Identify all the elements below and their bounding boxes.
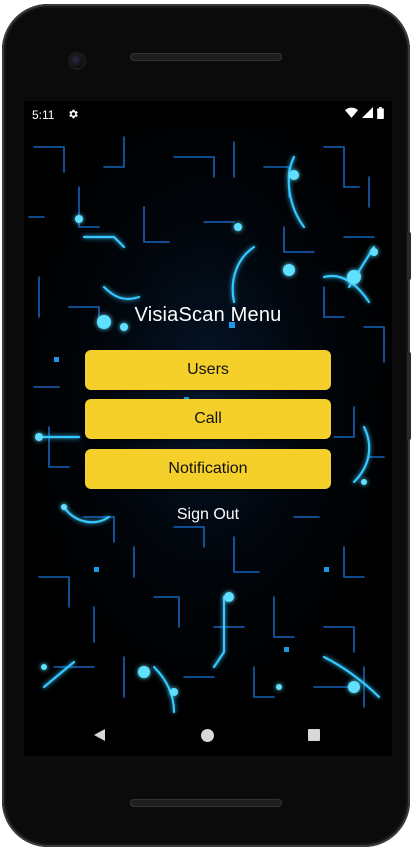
volume-button [407,352,411,440]
users-button[interactable]: Users [85,350,331,390]
back-triangle-icon[interactable] [94,729,105,741]
top-speaker [130,53,282,61]
bottom-speaker [130,799,282,807]
app-screen: 5:11 VisiaScan Menu Users Call Notificat… [24,101,392,756]
status-bar: 5:11 [24,101,392,127]
cell-signal-icon [362,107,373,121]
system-nav-bar [24,716,392,756]
status-time: 5:11 [32,108,55,122]
front-camera [70,54,84,68]
power-button [407,232,411,280]
sign-out-link[interactable]: Sign Out [85,506,331,524]
page-title: VisiaScan Menu [134,304,282,326]
call-button[interactable]: Call [85,399,331,439]
gear-icon [67,108,79,120]
home-circle-icon[interactable] [201,729,214,742]
wifi-icon [345,107,358,121]
notification-button[interactable]: Notification [85,449,331,489]
recents-square-icon[interactable] [308,729,320,741]
phone-frame: 5:11 VisiaScan Menu Users Call Notificat… [2,4,411,847]
battery-icon [377,106,384,122]
status-icons [345,106,384,122]
